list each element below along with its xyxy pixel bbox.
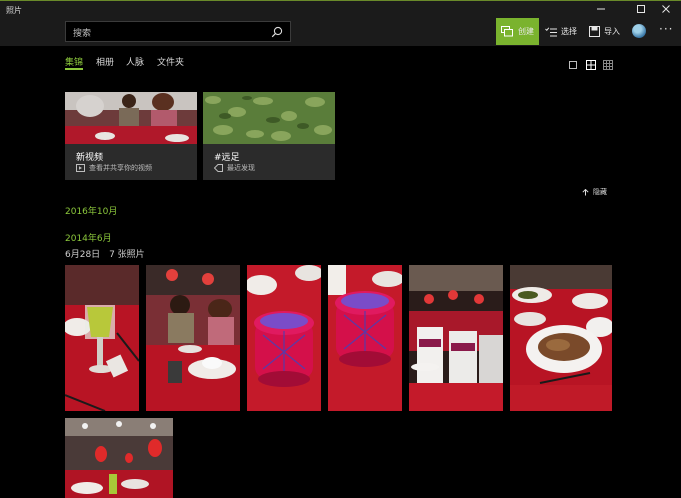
photo-tile[interactable]: [65, 418, 173, 498]
date-label: 6月28日: [65, 250, 101, 260]
hide-label: 隐藏: [593, 188, 607, 196]
photo-tile[interactable]: [65, 265, 139, 411]
zoom-large-button[interactable]: [568, 55, 578, 69]
import-label: 导入: [604, 27, 620, 36]
tab-folders[interactable]: 文件夹: [157, 55, 184, 68]
account-avatar[interactable]: [632, 24, 646, 38]
video-card-subtitle-row: 查看并共享你的视频: [76, 163, 152, 173]
hiking-card[interactable]: #远足 最近发现: [203, 92, 335, 180]
video-card-subtitle: 查看并共享你的视频: [89, 164, 152, 172]
photo-count: 7 张照片: [109, 250, 145, 260]
more-options-button[interactable]: ···: [659, 22, 673, 36]
photo-child-table: [146, 265, 240, 411]
arrow-up-icon: [582, 188, 589, 195]
photo-tile[interactable]: [328, 265, 402, 411]
photo-red-box-2: [328, 265, 402, 411]
maximize-button[interactable]: [630, 2, 652, 16]
video-icon: [76, 164, 85, 172]
hide-button[interactable]: 隐藏: [582, 187, 607, 197]
photo-tile[interactable]: [510, 265, 612, 411]
section-2014-06[interactable]: 2014年6月: [65, 231, 112, 244]
search-icon[interactable]: [271, 26, 283, 38]
maximize-icon: [637, 5, 645, 13]
search-box[interactable]: 搜索: [65, 21, 291, 42]
date-header: 6月28日 7 张照片: [65, 247, 145, 260]
select-list-icon: [545, 26, 557, 36]
hiking-card-title: #远足: [214, 153, 240, 163]
close-button[interactable]: [655, 2, 677, 16]
photo-tile[interactable]: [146, 265, 240, 411]
create-button[interactable]: 创建: [496, 18, 539, 45]
photo-red-box: [247, 265, 321, 411]
app-title: 照片: [6, 6, 22, 15]
zoom-small-button[interactable]: [603, 55, 613, 70]
tab-collection[interactable]: 集锦: [65, 55, 83, 68]
video-card-title: 新视频: [76, 153, 104, 163]
create-label: 创建: [518, 27, 534, 36]
photo-tile[interactable]: [409, 265, 503, 411]
photo-table-drink: [65, 265, 139, 411]
video-card[interactable]: 新视频 查看并共享你的视频: [65, 92, 197, 180]
photo-banquet-hall: [409, 265, 503, 411]
hiking-card-subtitle-row: 最近发现: [214, 163, 255, 173]
import-button[interactable]: 导入: [589, 18, 620, 45]
grid-3x3-icon: [603, 60, 613, 70]
search-input[interactable]: 搜索: [73, 26, 91, 39]
photo-hall-lanterns: [65, 418, 173, 498]
grid-2x2-icon: [586, 60, 596, 70]
minimize-button[interactable]: [590, 2, 612, 16]
photo-dishes: [510, 265, 612, 411]
hiking-card-thumbnail: [203, 92, 335, 144]
select-button[interactable]: 选择: [545, 18, 577, 45]
photo-tile[interactable]: [247, 265, 321, 411]
tab-albums[interactable]: 相册: [96, 55, 114, 68]
zoom-medium-button[interactable]: [586, 55, 596, 70]
tag-icon: [214, 164, 223, 172]
import-icon: [589, 26, 600, 37]
single-square-icon: [569, 61, 577, 69]
video-card-thumbnail: [65, 92, 197, 144]
tab-people[interactable]: 人脉: [126, 55, 144, 68]
section-2016-10[interactable]: 2016年10月: [65, 204, 117, 217]
tab-active-indicator: [65, 68, 83, 70]
minimize-icon: [597, 8, 605, 10]
create-icon: [501, 26, 513, 37]
close-icon: [662, 5, 670, 13]
select-label: 选择: [561, 27, 577, 36]
hiking-card-subtitle: 最近发现: [227, 164, 255, 172]
